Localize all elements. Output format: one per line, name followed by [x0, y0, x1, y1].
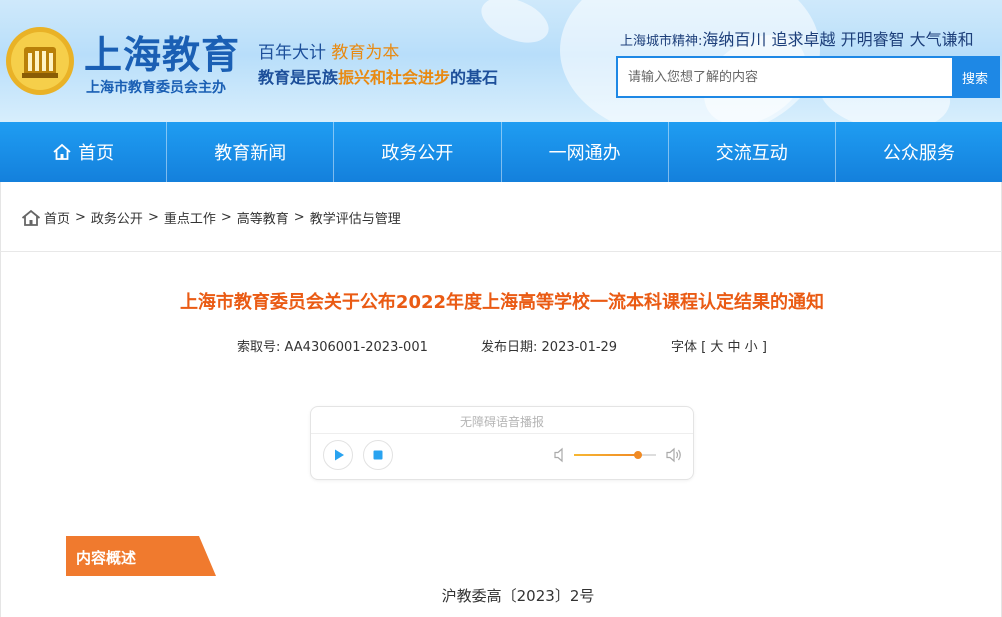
volume-slider-fill: [574, 454, 638, 456]
nav-item-government-affairs[interactable]: 政务公开: [334, 122, 502, 182]
article-title: 上海市教育委员会关于公布2022年度上海高等学校一流本科课程认定结果的通知: [179, 292, 825, 313]
player-divider: [311, 433, 693, 434]
search-input[interactable]: [618, 58, 952, 96]
site-title[interactable]: 上海教育: [84, 24, 240, 79]
volume-high-icon[interactable]: [665, 447, 683, 463]
nav-item-public-service[interactable]: 公众服务: [836, 122, 1002, 182]
breadcrumb-bar: 首页 > 政务公开 > 重点工作 > 高等教育 > 教学评估与管理: [0, 182, 1002, 252]
play-button[interactable]: [323, 440, 353, 470]
breadcrumb: 首页 > 政务公开 > 重点工作 > 高等教育 > 教学评估与管理: [21, 208, 401, 227]
section-tag-label: 内容概述: [76, 549, 137, 567]
banner-petal: [474, 0, 556, 55]
city-spirit: 上海城市精神:海纳百川 追求卓越 开明睿智 大气谦和: [620, 26, 974, 50]
nav-label: 一网通办: [548, 143, 621, 164]
date-value: 2023-01-29: [541, 340, 618, 355]
font-size-small[interactable]: 小: [745, 340, 758, 355]
document-number: 沪教委高〔2023〕2号: [441, 587, 595, 605]
article-date: 发布日期: 2023-01-29: [481, 336, 617, 355]
accessibility-audio-player: 无障碍语音播报: [310, 406, 694, 480]
breadcrumb-separator: >: [293, 210, 305, 225]
nav-label: 交流互动: [715, 143, 788, 164]
search-box: 搜索: [616, 56, 1000, 98]
slogan-1-part-2: 教育为本: [331, 43, 400, 63]
slogan-2-part-1: 教育是民族: [258, 68, 339, 87]
volume-slider[interactable]: [574, 451, 656, 459]
content-summary-tag: 内容概述: [66, 536, 216, 576]
breadcrumb-separator: >: [147, 210, 159, 225]
breadcrumb-separator: >: [220, 210, 232, 225]
volume-low-icon[interactable]: [553, 447, 567, 463]
font-size-close: ]: [761, 340, 767, 355]
article-index: 索取号: AA4306001-2023-001: [237, 336, 428, 355]
font-size-label: 字体 [: [671, 340, 707, 355]
nav-item-one-stop-service[interactable]: 一网通办: [502, 122, 669, 182]
city-spirit-text: 海纳百川 追求卓越 开明睿智 大气谦和: [702, 30, 974, 49]
slogan-1-part-1: 百年大计: [258, 43, 332, 63]
search-button[interactable]: 搜索: [952, 58, 998, 96]
volume-slider-knob[interactable]: [633, 451, 642, 459]
slogan-2-part-2: 振兴和社会进步: [338, 68, 451, 87]
nav-label: 教育新闻: [214, 143, 287, 164]
index-label: 索取号:: [237, 340, 281, 355]
stop-icon: [373, 450, 383, 460]
player-label: 无障碍语音播报: [459, 415, 544, 429]
slogan-line-1: 百年大计 教育为本: [258, 38, 399, 63]
nav-label: 公众服务: [882, 143, 955, 164]
play-icon: [335, 449, 344, 461]
nav-label: 首页: [78, 143, 115, 164]
index-value: AA4306001-2023-001: [284, 340, 428, 355]
home-icon: [53, 143, 71, 160]
breadcrumb-higher-education[interactable]: 高等教育: [237, 208, 289, 227]
breadcrumb-key-work[interactable]: 重点工作: [164, 208, 216, 227]
site-subtitle: 上海市教育委员会主办: [86, 80, 226, 96]
nav-item-interaction[interactable]: 交流互动: [669, 122, 836, 182]
slogan-line-2: 教育是民族振兴和社会进步的基石: [258, 64, 498, 88]
header-banner: 上海教育 上海市教育委员会主办 百年大计 教育为本 教育是民族振兴和社会进步的基…: [0, 0, 1002, 122]
nav-item-education-news[interactable]: 教育新闻: [167, 122, 335, 182]
shanghai-education-logo[interactable]: [4, 25, 76, 97]
font-size-switcher: 字体 [ 大 中 小 ]: [671, 336, 767, 355]
font-size-large[interactable]: 大: [710, 340, 723, 355]
breadcrumb-teaching-evaluation[interactable]: 教学评估与管理: [310, 208, 401, 227]
font-size-medium[interactable]: 中: [728, 340, 741, 355]
home-icon: [21, 209, 41, 226]
nav-label: 政务公开: [381, 143, 454, 164]
article: 上海市教育委员会关于公布2022年度上海高等学校一流本科课程认定结果的通知 索取…: [0, 252, 1002, 617]
breadcrumb-separator: >: [75, 210, 86, 225]
breadcrumb-government-affairs[interactable]: 政务公开: [91, 208, 143, 227]
city-spirit-label: 上海城市精神:: [620, 34, 703, 49]
main-nav: 首页 教育新闻 政务公开 一网通办 交流互动 公众服务: [0, 122, 1002, 182]
nav-item-home[interactable]: 首页: [0, 122, 168, 182]
stop-button[interactable]: [363, 440, 393, 470]
breadcrumb-home[interactable]: 首页: [44, 208, 70, 227]
date-label: 发布日期:: [481, 340, 538, 355]
slogan-2-part-3: 的基石: [450, 68, 499, 87]
